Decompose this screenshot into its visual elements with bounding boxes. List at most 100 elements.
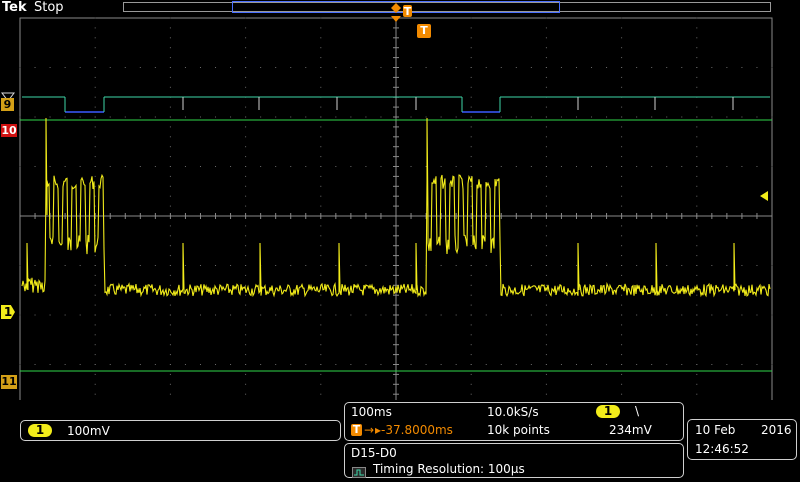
- grid-dot: [290, 116, 292, 118]
- grid-dot: [621, 37, 623, 39]
- grid-dot: [696, 334, 698, 336]
- grid-dot: [515, 116, 517, 118]
- grid-dot: [139, 166, 141, 167]
- grid-dot: [666, 314, 668, 316]
- grid-dot: [515, 314, 517, 316]
- grid-dot: [545, 76, 547, 78]
- grid-dot: [470, 37, 472, 39]
- grid-dot: [485, 166, 487, 167]
- grid-dot: [606, 116, 608, 118]
- grid-dot: [34, 166, 36, 167]
- grid-dot: [320, 136, 322, 138]
- grid-dot: [771, 314, 773, 316]
- grid-dot: [651, 364, 653, 365]
- grid-dot: [320, 195, 322, 197]
- grid-dot: [350, 364, 352, 365]
- grid-dot: [79, 166, 81, 167]
- grid-dot: [696, 166, 698, 167]
- grid-dot: [230, 67, 232, 68]
- grid-dot: [94, 96, 96, 98]
- grid-dot: [470, 314, 472, 316]
- grid-dot: [19, 116, 21, 118]
- grid-dot: [545, 126, 547, 128]
- grid-dot: [696, 57, 698, 59]
- grid-dot: [320, 255, 322, 257]
- grid-dot: [425, 166, 427, 167]
- grid-dot: [696, 116, 698, 118]
- grid-dot: [545, 274, 547, 276]
- grid-dot: [169, 175, 171, 177]
- date-time-panel[interactable]: 10 Feb 2016 12:46:52: [687, 419, 797, 460]
- grid-dot: [365, 364, 367, 365]
- grid-dot: [169, 364, 171, 365]
- grid-dot: [184, 314, 186, 316]
- digital-channel-11-marker[interactable]: 11: [1, 375, 17, 389]
- grid-dot: [696, 294, 698, 296]
- grid-dot: [711, 265, 713, 266]
- grid-dot: [636, 166, 638, 167]
- grid-dot: [184, 166, 186, 167]
- grid-dot: [94, 393, 96, 395]
- grid-dot: [500, 116, 502, 118]
- record-length: 10k points: [487, 423, 550, 437]
- grid-dot: [741, 116, 743, 118]
- grid-dot: [260, 314, 262, 316]
- trigger-badge[interactable]: T: [417, 24, 431, 38]
- grid-dot: [169, 373, 171, 375]
- waveform-display[interactable]: [0, 0, 800, 400]
- digital-bus-panel[interactable]: D15-D0 Timing Resolution: 100µs: [344, 443, 684, 478]
- grid-dot: [245, 156, 247, 158]
- grid-dot: [320, 235, 322, 237]
- grid-dot: [681, 116, 683, 118]
- grid-dot: [94, 284, 96, 286]
- grid-dot: [380, 166, 382, 167]
- grid-dot: [245, 225, 247, 227]
- grid-dot: [320, 373, 322, 375]
- grid-dot: [290, 166, 292, 167]
- grid-dot: [245, 67, 247, 68]
- grid-dot: [94, 265, 96, 266]
- grid-dot: [19, 166, 21, 167]
- grid-dot: [320, 265, 322, 266]
- grid-dot: [621, 47, 623, 49]
- grid-dot: [606, 364, 608, 365]
- grid-dot: [455, 314, 457, 316]
- grid-dot: [651, 265, 653, 266]
- grid-dot: [485, 67, 487, 68]
- center-axes: [19, 17, 773, 400]
- grid-dot: [591, 364, 593, 365]
- grid-dot: [94, 185, 96, 187]
- grid-dot: [275, 364, 277, 365]
- grid-dot: [139, 314, 141, 316]
- channel1-scale-panel[interactable]: 1 100mV: [20, 420, 341, 441]
- grid-dot: [515, 166, 517, 167]
- grid-dot: [666, 67, 668, 68]
- grid-dot: [49, 116, 51, 118]
- grid-dot: [636, 314, 638, 316]
- grid-dot: [94, 364, 96, 365]
- digital-channel-9-marker[interactable]: 9: [1, 98, 14, 111]
- grid-dot: [560, 265, 562, 266]
- grid-dot: [470, 294, 472, 296]
- grid-dot: [169, 344, 171, 346]
- grid-dot: [470, 354, 472, 356]
- grid-dot: [621, 255, 623, 257]
- grid-dot: [545, 245, 547, 247]
- grid-dot: [184, 116, 186, 118]
- grid-dot: [94, 294, 96, 296]
- grid-dot: [124, 265, 126, 266]
- grid-dot: [320, 57, 322, 59]
- timebase-trigger-panel[interactable]: 100ms 10.0kS/s 1 \ T → ▸-37.8000ms 10k p…: [344, 402, 684, 441]
- grid-dot: [621, 334, 623, 336]
- digital-channel-10-marker[interactable]: 10: [1, 124, 17, 137]
- grid-dot: [230, 166, 232, 167]
- trigger-badge-top[interactable]: T: [403, 5, 412, 18]
- grid-dot: [94, 37, 96, 39]
- grid-dot: [470, 235, 472, 237]
- grid-dot: [260, 116, 262, 118]
- grid-dot: [545, 166, 547, 167]
- grid-dot: [545, 393, 547, 395]
- grid-dot: [530, 265, 532, 266]
- grid-dot: [410, 364, 412, 365]
- grid-dot: [94, 136, 96, 138]
